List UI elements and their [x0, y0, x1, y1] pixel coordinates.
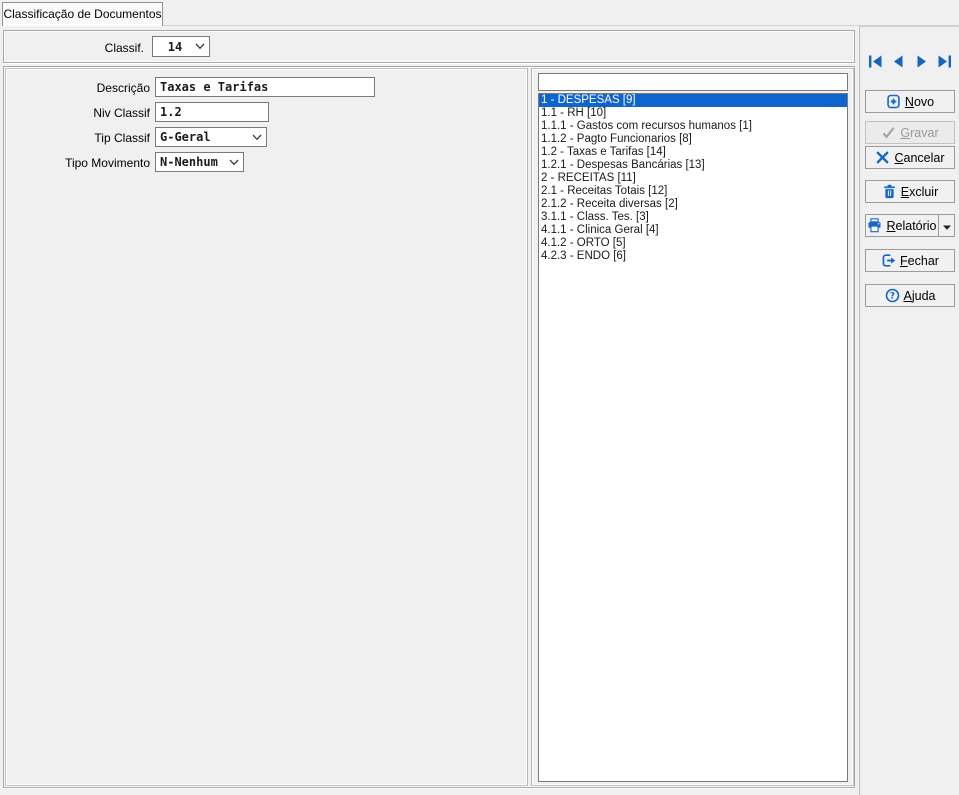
- svg-text:?: ?: [889, 292, 894, 302]
- gravar-label: Gravar: [900, 126, 938, 140]
- list-item[interactable]: 1.1.2 - Pagto Funcionarios [8]: [539, 133, 847, 146]
- tab-classificacao-de-documentos[interactable]: Classificação de Documentos: [2, 2, 163, 26]
- niv-classif-input[interactable]: [155, 102, 269, 122]
- list-item[interactable]: 1 - DESPESAS [9]: [539, 94, 847, 107]
- fechar-button[interactable]: Fechar: [865, 249, 955, 272]
- chevron-down-icon: [195, 43, 205, 50]
- chevron-down-icon: [229, 159, 239, 166]
- tabstrip: Classificação de Documentos: [0, 0, 959, 26]
- cancel-x-icon: [875, 150, 890, 165]
- list-item[interactable]: 1.2.1 - Despesas Bancárias [13]: [539, 159, 847, 172]
- list-item[interactable]: 1.1 - RH [10]: [539, 107, 847, 120]
- list-item[interactable]: 4.1.2 - ORTO [5]: [539, 237, 847, 250]
- niv-classif-label: Niv Classif: [6, 106, 150, 120]
- list-search-input[interactable]: [538, 73, 848, 91]
- first-record-button[interactable]: [868, 55, 883, 71]
- tabstrip-divider: [163, 25, 959, 26]
- list-item[interactable]: 1.2 - Taxas e Tarifas [14]: [539, 146, 847, 159]
- classif-value: 14: [153, 40, 195, 54]
- fechar-label: Fechar: [900, 254, 939, 268]
- new-record-icon: [886, 94, 901, 109]
- list-item[interactable]: 1.1.1 - Gastos com recursos humanos [1]: [539, 120, 847, 133]
- exit-icon: [881, 253, 896, 268]
- excluir-label: Excluir: [901, 185, 939, 199]
- list-item[interactable]: 2.1 - Receitas Totais [12]: [539, 185, 847, 198]
- relatorio-dropdown-button[interactable]: [938, 214, 955, 237]
- main-panel: Descrição Niv Classif Tip Classif G-Gera…: [3, 66, 855, 788]
- classif-band: Classif. 14: [3, 30, 855, 63]
- last-record-button[interactable]: [937, 55, 952, 71]
- list-item[interactable]: 2.1.2 - Receita diversas [2]: [539, 198, 847, 211]
- classification-listbox[interactable]: 1 - DESPESAS [9] 1.1 - RH [10] 1.1.1 - G…: [538, 93, 848, 782]
- classif-label: Classif.: [4, 41, 144, 55]
- form-panel: Descrição Niv Classif Tip Classif G-Gera…: [5, 68, 528, 786]
- ajuda-label: Ajuda: [904, 289, 936, 303]
- tipo-movimento-value: N-Nenhum: [156, 155, 229, 169]
- tipo-movimento-select[interactable]: N-Nenhum: [155, 152, 244, 172]
- descricao-label: Descrição: [6, 81, 150, 95]
- cancelar-button[interactable]: Cancelar: [865, 146, 955, 169]
- last-record-icon: [937, 55, 952, 71]
- tip-classif-value: G-Geral: [156, 130, 252, 144]
- action-sidebar: Novo Gravar Cancelar Excluir: [859, 26, 959, 795]
- chevron-down-icon: [252, 134, 262, 141]
- printer-icon: [867, 218, 882, 233]
- next-record-button[interactable]: [914, 55, 929, 71]
- first-record-icon: [868, 55, 883, 71]
- list-item[interactable]: 2 - RECEITAS [11]: [539, 172, 847, 185]
- novo-button[interactable]: Novo: [865, 90, 955, 113]
- previous-record-button[interactable]: [891, 55, 906, 71]
- tab-title: Classificação de Documentos: [3, 7, 161, 21]
- descricao-input[interactable]: [155, 77, 375, 97]
- list-item[interactable]: 4.2.3 - ENDO [6]: [539, 250, 847, 263]
- save-check-icon: [881, 125, 896, 140]
- dropdown-arrow-icon: [943, 219, 951, 233]
- relatorio-button[interactable]: Relatório: [865, 214, 939, 237]
- tip-classif-label: Tip Classif: [6, 131, 150, 145]
- trash-icon: [882, 184, 897, 199]
- tip-classif-select[interactable]: G-Geral: [155, 127, 267, 147]
- classification-window: Classificação de Documentos Classif. 14 …: [0, 0, 959, 795]
- relatorio-label: Relatório: [886, 219, 936, 233]
- list-item[interactable]: 4.1.1 - Clinica Geral [4]: [539, 224, 847, 237]
- ajuda-button[interactable]: ? Ajuda: [865, 284, 955, 307]
- novo-label: Novo: [905, 95, 934, 109]
- next-record-icon: [914, 55, 929, 71]
- excluir-button[interactable]: Excluir: [865, 180, 955, 203]
- record-navigator: [860, 55, 959, 71]
- tipo-movimento-label: Tipo Movimento: [6, 156, 150, 170]
- previous-record-icon: [891, 55, 906, 71]
- list-panel: 1 - DESPESAS [9] 1.1 - RH [10] 1.1.1 - G…: [531, 68, 854, 786]
- gravar-button[interactable]: Gravar: [865, 121, 955, 144]
- list-item[interactable]: 3.1.1 - Class. Tes. [3]: [539, 211, 847, 224]
- classif-select[interactable]: 14: [152, 36, 210, 57]
- relatorio-split-button: Relatório: [865, 214, 955, 237]
- cancelar-label: Cancelar: [894, 151, 944, 165]
- help-icon: ?: [885, 288, 900, 303]
